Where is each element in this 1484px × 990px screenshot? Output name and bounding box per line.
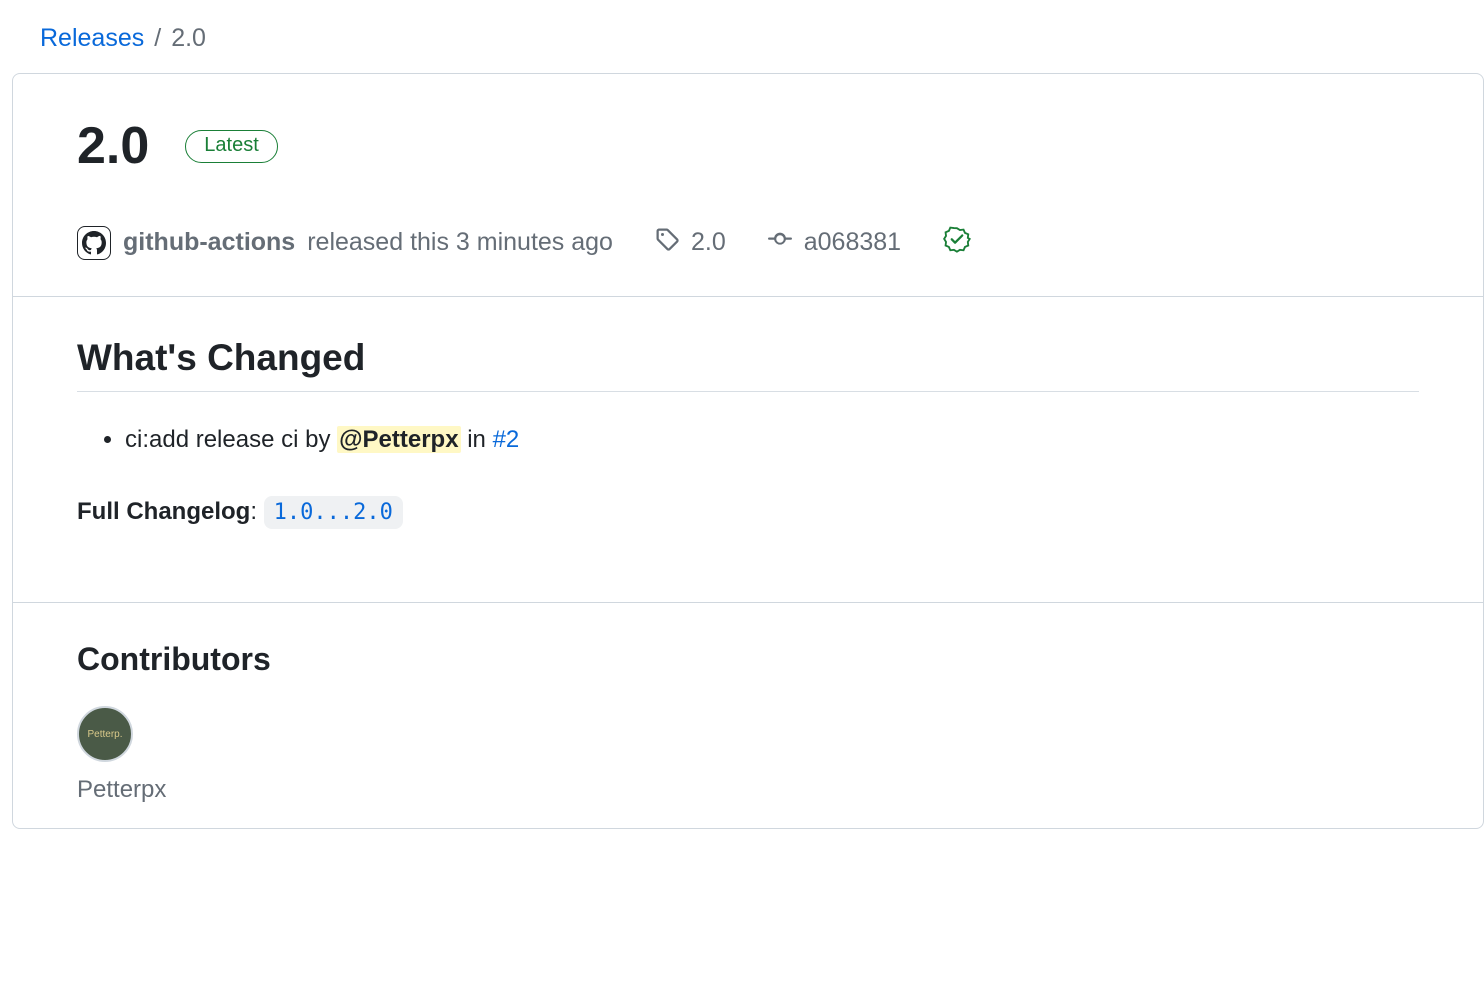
release-card: 2.0 Latest github-actions released this … [12, 73, 1484, 829]
avatar-text: Petterp. [87, 729, 122, 740]
contributors-heading: Contributors [77, 641, 1419, 678]
user-mention-link[interactable]: @Petterpx [337, 426, 460, 453]
breadcrumb: Releases / 2.0 [0, 0, 1484, 73]
github-icon [77, 226, 111, 260]
full-changelog: Full Changelog: 1.0...2.0 [77, 498, 1419, 526]
tag-icon [655, 227, 679, 258]
release-title: 2.0 [77, 118, 149, 175]
changelog-item-text: ci:add release ci by [125, 426, 337, 453]
release-tag-link[interactable]: 2.0 [655, 227, 726, 258]
full-changelog-label: Full Changelog [77, 498, 250, 525]
release-commit-sha: a068381 [804, 228, 901, 257]
breadcrumb-current: 2.0 [171, 24, 206, 53]
publisher-link[interactable]: github-actions [123, 228, 295, 257]
compare-link[interactable]: 1.0...2.0 [264, 496, 403, 529]
contributor-name-link[interactable]: Petterpx [77, 776, 166, 804]
commit-icon [768, 227, 792, 258]
changelog-list: ci:add release ci by @Petterpx in #2 [77, 426, 1419, 454]
release-commit-link[interactable]: a068381 [768, 227, 901, 258]
release-publisher: github-actions released this 3 minutes a… [77, 226, 613, 260]
latest-badge: Latest [185, 130, 277, 163]
changelog-item: ci:add release ci by @Petterpx in #2 [125, 426, 1419, 454]
published-time: released this 3 minutes ago [307, 228, 613, 257]
breadcrumb-releases-link[interactable]: Releases [40, 24, 144, 53]
release-tag-name: 2.0 [691, 228, 726, 257]
contributor-avatar[interactable]: Petterp. [77, 706, 133, 762]
release-header: 2.0 Latest github-actions released this … [13, 74, 1483, 297]
pr-link[interactable]: #2 [493, 426, 520, 453]
release-body: What's Changed ci:add release ci by @Pet… [13, 297, 1483, 603]
verified-icon[interactable] [943, 225, 971, 260]
breadcrumb-separator: / [154, 24, 161, 53]
changelog-heading: What's Changed [77, 337, 1419, 392]
contributors-section: Contributors Petterp. Petterpx [13, 603, 1483, 828]
contributor: Petterp. Petterpx [77, 706, 1419, 804]
